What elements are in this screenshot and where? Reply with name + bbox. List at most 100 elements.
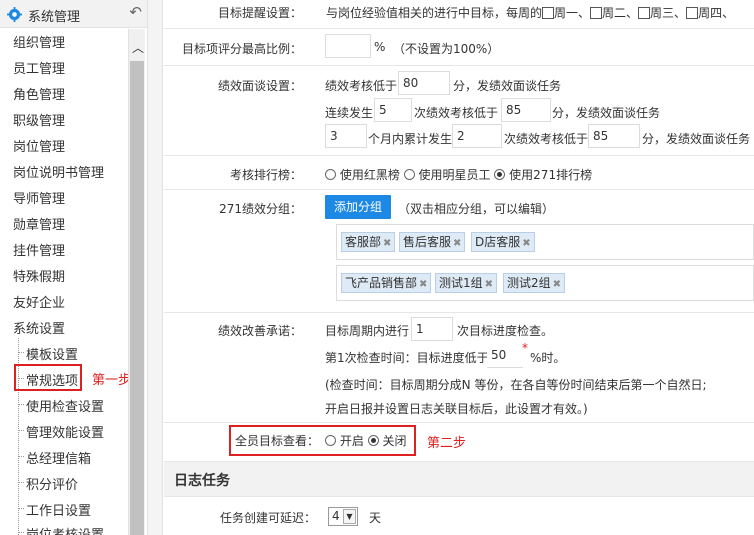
perf-talk-score-input[interactable]: 80 bbox=[398, 71, 450, 95]
sidebar-item-partners[interactable]: 友好企业 bbox=[13, 292, 65, 311]
perf-talk-cumulative-score-input[interactable]: 85 bbox=[588, 124, 640, 148]
sidebar-item-positions[interactable]: 岗位管理 bbox=[13, 136, 65, 155]
day-mon: 周一、 bbox=[554, 6, 591, 20]
improve-progress-input[interactable]: 50 bbox=[487, 344, 523, 368]
ranking-option-red-black: 使用红黑榜 bbox=[339, 168, 400, 182]
remove-icon[interactable]: ✖ bbox=[485, 279, 493, 290]
perf-talk-times-input[interactable]: 2 bbox=[452, 124, 502, 148]
group-tag[interactable]: 测试1组 ✖ bbox=[435, 273, 498, 293]
group-tag[interactable]: 客服部 ✖ bbox=[341, 232, 396, 252]
improve-line1-pre: 目标周期内进行 bbox=[325, 324, 410, 338]
sidebar-item-roles[interactable]: 角色管理 bbox=[13, 84, 65, 103]
sidebar-title: 系统管理 bbox=[28, 10, 81, 25]
chevron-down-icon[interactable]: ▼ bbox=[343, 509, 356, 524]
perf-talk-line1-post: 分，发绩效面谈任务 bbox=[453, 79, 562, 93]
row-separator bbox=[164, 312, 754, 313]
radio-red-black[interactable] bbox=[325, 169, 336, 180]
chevron-up-icon[interactable]: ︿ bbox=[132, 39, 144, 56]
step1-note: 第一步 bbox=[92, 373, 132, 388]
ranking-option-star-staff: 使用明星员工 bbox=[418, 168, 491, 182]
perf-talk-line2-mid: 次绩效考核低于 bbox=[414, 106, 499, 120]
perf-talk-line2-post: 分，发绩效面谈任务 bbox=[552, 106, 661, 120]
sidebar-item-medals[interactable]: 勋章管理 bbox=[13, 214, 65, 233]
delay-select[interactable]: 4 ▼ bbox=[328, 507, 358, 526]
remove-icon[interactable]: ✖ bbox=[419, 279, 427, 290]
tree-branch bbox=[18, 430, 24, 431]
checkbox-tue[interactable] bbox=[590, 7, 603, 19]
sidebar-sub-template[interactable]: 模板设置 bbox=[26, 344, 78, 363]
remove-icon[interactable]: ✖ bbox=[383, 238, 391, 249]
radio-close[interactable] bbox=[367, 435, 379, 446]
scroll-thumb[interactable] bbox=[130, 61, 144, 535]
radio-star-staff[interactable] bbox=[403, 169, 415, 180]
group-tag[interactable]: 飞产品销售部 ✖ bbox=[341, 273, 432, 293]
checkbox-mon[interactable] bbox=[542, 7, 555, 19]
perf-talk-line3-post: 分，发绩效面谈任务 bbox=[642, 132, 751, 146]
checkbox-wed[interactable] bbox=[638, 7, 651, 19]
tag-label: 售后客服 bbox=[403, 235, 452, 249]
tag-label: D店客服 bbox=[475, 235, 521, 249]
group-tag[interactable]: 测试2组 ✖ bbox=[503, 273, 566, 293]
sidebar-item-position-docs[interactable]: 岗位说明书管理 bbox=[13, 162, 104, 181]
group-tag[interactable]: 售后客服 ✖ bbox=[399, 232, 466, 252]
improve-line1-post: 次目标进度检查。 bbox=[457, 324, 554, 338]
improve-line3: (检查时间：目标周期分成N 等份，在各自等份时间结束后第一个自然日; bbox=[325, 378, 707, 392]
row-separator bbox=[164, 65, 754, 66]
remove-icon[interactable]: ✖ bbox=[553, 279, 561, 290]
ranking-options: 使用红黑榜 使用明星员工 使用271排行榜 bbox=[325, 166, 592, 183]
day-wed: 周三、 bbox=[650, 6, 687, 20]
step2-note: 第二步 bbox=[427, 436, 467, 451]
sidebar-item-holidays[interactable]: 特殊假期 bbox=[13, 266, 65, 285]
sidebar: 系统管理 ↶ 组织管理 员工管理 角色管理 职级管理 岗位管理 岗位说明书管理 … bbox=[0, 0, 163, 535]
delay-unit: 天 bbox=[369, 511, 382, 525]
sidebar-item-settings[interactable]: 系统设置 bbox=[13, 318, 65, 337]
goal-score-unit: % bbox=[374, 40, 386, 54]
tree-branch bbox=[18, 508, 24, 509]
all-view-options: 开启 关闭 bbox=[325, 432, 407, 449]
sidebar-header: 系统管理 ↶ bbox=[0, 0, 147, 28]
sidebar-scrollbar[interactable]: ︿ bbox=[128, 29, 145, 535]
delay-label: 任务创建可延迟： bbox=[219, 511, 316, 525]
perf-talk-line3-mid1: 个月内累计发生 bbox=[368, 132, 453, 146]
row-separator bbox=[164, 28, 754, 29]
sidebar-sub-workdays[interactable]: 工作日设置 bbox=[26, 500, 91, 519]
perf-talk-consecutive-score-input[interactable]: 85 bbox=[501, 98, 551, 122]
sidebar-sub-position-exam[interactable]: 岗位考核设置 bbox=[26, 524, 104, 535]
radio-open[interactable] bbox=[325, 435, 336, 446]
required-star: * bbox=[522, 341, 528, 355]
sidebar-item-mentors[interactable]: 导师管理 bbox=[13, 188, 65, 207]
sidebar-item-org[interactable]: 组织管理 bbox=[13, 32, 65, 51]
sidebar-item-ranks[interactable]: 职级管理 bbox=[13, 110, 65, 129]
perf-talk-months-input[interactable]: 3 bbox=[325, 124, 367, 148]
perf-talk-consecutive-input[interactable]: 5 bbox=[374, 98, 412, 122]
group-box-1[interactable]: 客服部 ✖ 售后客服 ✖ D店客服 ✖ bbox=[336, 224, 754, 260]
tree-branch bbox=[18, 404, 24, 405]
sidebar-item-staff[interactable]: 员工管理 bbox=[13, 58, 65, 77]
sidebar-sub-mailbox[interactable]: 总经理信箱 bbox=[26, 448, 91, 467]
remove-icon[interactable]: ✖ bbox=[453, 238, 461, 249]
improve-line2-pre: 第1次检查时间：目标进度低于 bbox=[325, 351, 489, 365]
remove-icon[interactable]: ✖ bbox=[522, 238, 530, 249]
goal-remind-label: 目标提醒设置： bbox=[217, 6, 302, 20]
add-group-button[interactable]: 添加分组 bbox=[325, 195, 391, 219]
back-icon[interactable]: ↶ bbox=[129, 3, 142, 21]
tag-label: 测试1组 bbox=[439, 276, 483, 290]
sidebar-sub-usage-check[interactable]: 使用检查设置 bbox=[26, 396, 104, 415]
perf-talk-line3-mid2: 次绩效考核低于 bbox=[504, 132, 589, 146]
improve-line2-post: %时。 bbox=[530, 351, 566, 365]
improve-label: 绩效改善承诺： bbox=[217, 324, 302, 338]
sidebar-item-pendants[interactable]: 挂件管理 bbox=[13, 240, 65, 259]
group-tag[interactable]: D店客服 ✖ bbox=[471, 232, 535, 252]
day-tue: 周二、 bbox=[602, 6, 639, 20]
goal-score-hint: （不设置为100%） bbox=[393, 42, 500, 56]
groups271-label: 271绩效分组： bbox=[219, 202, 302, 216]
improve-checks-input[interactable]: 1 bbox=[411, 317, 453, 341]
radio-271[interactable] bbox=[494, 169, 506, 180]
sidebar-sub-points[interactable]: 积分评价 bbox=[26, 474, 78, 493]
checkbox-thu[interactable] bbox=[686, 7, 699, 19]
goal-score-input[interactable] bbox=[325, 34, 371, 58]
group-box-2[interactable]: 飞产品销售部 ✖ 测试1组 ✖ 测试2组 ✖ bbox=[336, 265, 754, 301]
step1-highlight bbox=[14, 364, 82, 391]
row-separator bbox=[164, 189, 754, 190]
sidebar-sub-efficiency[interactable]: 管理效能设置 bbox=[26, 422, 104, 441]
